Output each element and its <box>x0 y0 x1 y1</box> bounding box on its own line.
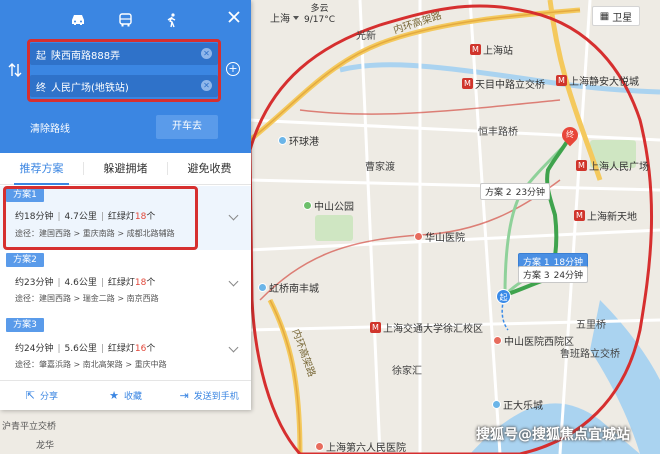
plan-stats: 约23分钟 | 4.6公里 | 红绿灯18个 <box>15 278 156 288</box>
panel-actions: ⇱ 分享 ★ 收藏 ⇥ 发送到手机 <box>0 380 251 410</box>
weather-temperature: 9/17°C <box>304 15 335 25</box>
satellite-label: 卫星 <box>612 12 633 24</box>
poi-icon <box>492 400 501 409</box>
chevron-down-icon[interactable] <box>228 342 239 353</box>
map-metro-people-square[interactable]: M 上海人民广场 <box>576 158 649 173</box>
car-icon <box>72 15 84 25</box>
chevron-down-icon <box>293 15 299 20</box>
input-highlight-box <box>27 39 221 102</box>
chevron-down-icon[interactable] <box>228 210 239 221</box>
clear-route-link[interactable]: 清除路线 <box>30 120 70 135</box>
map-metro-tianmu[interactable]: M 天目中路立交桥 <box>462 76 545 91</box>
metro-icon: M <box>462 78 473 89</box>
plan-via: 途径：肇嘉浜路 > 南北高架路 > 重庆中路 <box>15 360 167 369</box>
watermark: 搜狐号@搜狐焦点宜城站 <box>476 427 630 443</box>
start-marker[interactable]: 起 <box>496 289 511 304</box>
tab-avoid-tolls[interactable]: 避免收费 <box>168 153 251 184</box>
map-label-longhua: 龙华 <box>36 441 55 451</box>
metro-icon: M <box>470 44 481 55</box>
send-icon: ⇥ <box>179 389 189 402</box>
tab-avoid-congestion[interactable]: 躲避拥堵 <box>84 153 167 184</box>
swap-icon[interactable] <box>8 62 22 78</box>
satellite-icon: ▦ <box>599 10 610 22</box>
map-poi-sixth-hospital[interactable]: 上海第六人民医院 <box>315 439 406 454</box>
plan-tag: 方案3 <box>6 318 44 332</box>
plan-tabs: 推荐方案 躲避拥堵 避免收费 <box>0 153 251 185</box>
share-icon: ⇱ <box>25 389 35 402</box>
walk-mode-button[interactable] <box>158 8 186 32</box>
plan-stats: 约24分钟 | 5.6公里 | 红绿灯16个 <box>15 344 156 354</box>
city-selector[interactable]: 上海 <box>270 10 299 25</box>
weather-widget: 多云 9/17°C <box>304 4 335 26</box>
add-waypoint-button[interactable]: + <box>226 62 240 76</box>
route-panel-header: 起 陕西南路888弄 ✕ 终 人民广场(地铁站) ✕ + 清除路线 开车去 <box>0 0 251 153</box>
map-metro-jingan[interactable]: M 上海静安大悦城 <box>556 73 639 88</box>
end-marker[interactable]: 终 <box>558 123 582 147</box>
go-drive-button[interactable]: 开车去 <box>156 115 218 139</box>
metro-icon: M <box>556 75 567 86</box>
map-poi-huashan-hospital[interactable]: 华山医院 <box>414 229 465 244</box>
hospital-icon <box>315 442 324 451</box>
favorite-button[interactable]: ★ 收藏 <box>84 389 168 402</box>
chevron-down-icon[interactable] <box>228 276 239 287</box>
plan-tag: 方案2 <box>6 253 44 267</box>
weather-condition: 多云 <box>310 4 329 14</box>
plan-highlight-box <box>3 186 198 250</box>
car-mode-button[interactable] <box>64 8 92 32</box>
poi-icon <box>258 283 267 292</box>
bus-icon <box>118 13 132 27</box>
map-poi-jiaotong[interactable]: M 上海交通大学徐汇校区 <box>370 320 483 335</box>
close-icon[interactable] <box>227 10 241 24</box>
map-label-lubanlu: 鲁班路立交桥 <box>560 349 620 360</box>
metro-icon: M <box>574 210 585 221</box>
map-metro-shanghai-station[interactable]: M 上海站 <box>470 42 513 57</box>
plan-via: 途径：建国西路 > 瑞金二路 > 南京西路 <box>15 294 159 303</box>
walk-icon <box>167 12 176 27</box>
map-label-caojiadu: 曹家渡 <box>365 162 395 173</box>
route-panel: 起 陕西南路888弄 ✕ 终 人民广场(地铁站) ✕ + 清除路线 开车去 推荐… <box>0 0 251 410</box>
map-label-huping: 沪青平立交桥 <box>2 422 57 432</box>
map-label-hengfeng: 恒丰路桥 <box>478 127 518 138</box>
map-poi-zhongshan-park[interactable]: 中山公园 <box>303 198 354 213</box>
route-tag-plan-2[interactable]: 方案 2 23分钟 <box>480 183 551 200</box>
bus-mode-button[interactable] <box>111 8 139 32</box>
plan-item-3[interactable]: 方案3 约24分钟 | 5.6公里 | 红绿灯16个 途径：肇嘉浜路 > 南北高架路 >… <box>0 316 251 378</box>
travel-mode-switch <box>0 8 251 32</box>
city-name: 上海 <box>270 14 290 25</box>
metro-icon: M <box>370 322 381 333</box>
tab-recommended[interactable]: 推荐方案 <box>0 153 83 185</box>
share-button[interactable]: ⇱ 分享 <box>0 389 84 402</box>
park-icon <box>303 201 312 210</box>
metro-icon: M <box>576 160 587 171</box>
map-label-xujiahui: 徐家汇 <box>392 366 422 377</box>
route-tag-plan-3[interactable]: 方案 3 24分钟 <box>518 266 589 283</box>
satellite-toggle[interactable]: ▦ 卫星 <box>592 6 640 26</box>
map-metro-xintiandi[interactable]: M 上海新天地 <box>574 208 637 223</box>
map-poi-grand-theater[interactable]: 正大乐城 <box>492 397 543 412</box>
plan-item-2[interactable]: 方案2 约23分钟 | 4.6公里 | 红绿灯18个 途径：建国西路 > 瑞金二路 > … <box>0 251 251 315</box>
send-to-phone-button[interactable]: ⇥ 发送到手机 <box>167 389 251 402</box>
map-label-guangxin: 光新 <box>356 31 376 42</box>
map-poi-hongqiao[interactable]: 虹桥南丰城 <box>258 280 319 295</box>
star-icon: ★ <box>109 389 119 402</box>
hospital-icon <box>493 336 502 345</box>
map-label-wulitiao: 五里桥 <box>576 320 606 331</box>
map-poi-huanqiu[interactable]: 环球港 <box>278 133 319 148</box>
hospital-icon <box>414 232 423 241</box>
poi-icon <box>278 136 287 145</box>
